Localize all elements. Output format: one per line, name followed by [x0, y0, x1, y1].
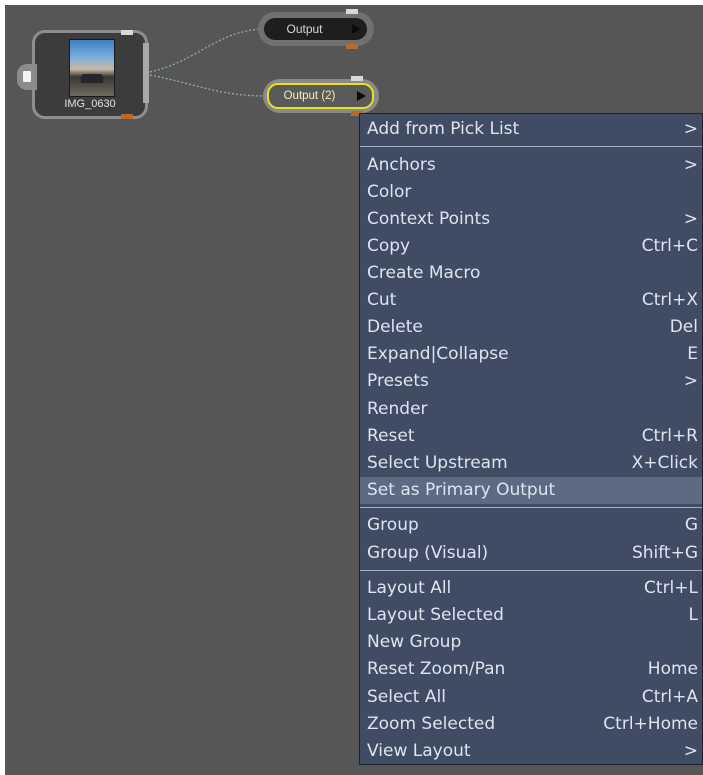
output-2-node-selected[interactable]: Output (2) [263, 76, 379, 116]
menu-separator [360, 506, 702, 508]
input-port[interactable] [17, 64, 37, 90]
menu-item-label: Delete [367, 317, 423, 338]
menu-item-label: Copy [367, 235, 411, 256]
menu-item-label: New Group [367, 632, 462, 653]
menu-separator [360, 146, 702, 148]
menu-item-expand-collapse[interactable]: Expand|Collapse E [360, 341, 702, 368]
submenu-arrow-icon: > [683, 371, 698, 392]
menu-item-label: Context Points [367, 208, 491, 229]
image-node[interactable]: IMG_0630 [17, 30, 149, 119]
menu-item-zoom-selected[interactable]: Zoom Selected Ctrl+Home [360, 711, 702, 738]
menu-item-cut[interactable]: Cut Ctrl+X [360, 287, 702, 314]
submenu-arrow-icon: > [683, 740, 698, 761]
menu-item-shortcut: G [684, 515, 698, 536]
menu-item-presets[interactable]: Presets > [360, 368, 702, 395]
menu-item-label: Create Macro [367, 263, 481, 283]
output-port-bar[interactable] [143, 43, 149, 103]
menu-item-new-group[interactable]: New Group [360, 629, 702, 656]
document-icon [23, 71, 31, 82]
menu-item-anchors[interactable]: Anchors > [360, 152, 702, 179]
submenu-arrow-icon: > [683, 154, 698, 175]
menu-item-label: Add from Pick List [367, 119, 520, 139]
menu-item-label: Render [367, 398, 428, 419]
menu-item-shortcut: E [687, 344, 698, 365]
menu-item-label: Select All [367, 686, 446, 707]
menu-item-create-macro[interactable]: Create Macro [360, 260, 702, 287]
output-node[interactable]: Output [258, 9, 374, 49]
menu-item-shortcut: Ctrl+R [641, 425, 698, 446]
menu-item-select-all[interactable]: Select All Ctrl+A [360, 684, 702, 711]
output-node-body: Output [264, 18, 367, 40]
menu-item-shortcut: Del [669, 317, 698, 338]
menu-item-label: Layout All [367, 578, 452, 599]
node-top-tab [346, 9, 358, 14]
thumbnail-car [81, 74, 103, 83]
menu-item-label: Select Upstream [367, 452, 508, 473]
menu-item-select-upstream[interactable]: Select Upstream X+Click [360, 450, 702, 477]
submenu-arrow-icon: > [683, 119, 698, 139]
output-node-label: Output (2) [283, 90, 336, 102]
menu-item-shortcut: X+Click [631, 452, 698, 473]
play-arrow-icon [352, 24, 361, 34]
menu-item-context-points[interactable]: Context Points > [360, 206, 702, 233]
menu-item-label: Color [367, 181, 412, 202]
node-bottom-tab [346, 44, 358, 49]
menu-item-label: Set as Primary Output [367, 479, 556, 500]
menu-item-shortcut: Ctrl+A [641, 686, 698, 707]
menu-item-layout-selected[interactable]: Layout Selected L [360, 602, 702, 629]
menu-item-shortcut: L [688, 605, 698, 626]
output-node-label: Output [286, 22, 323, 36]
menu-item-shortcut: Ctrl+C [641, 235, 698, 256]
menu-item-shortcut: Home [647, 659, 698, 680]
menu-item-label: Reset Zoom/Pan [367, 659, 506, 680]
menu-item-view-layout[interactable]: View Layout > [360, 738, 702, 765]
menu-item-label: Group (Visual) [367, 542, 489, 563]
menu-item-label: Zoom Selected [367, 713, 496, 734]
image-node-label: IMG_0630 [64, 98, 116, 110]
menu-item-copy[interactable]: Copy Ctrl+C [360, 233, 702, 260]
context-menu: Add from Pick List > Anchors > Color Context … [359, 113, 703, 765]
menu-item-shortcut: Ctrl+L [644, 578, 698, 599]
node-bottom-tab [121, 114, 133, 119]
menu-item-set-as-primary-output[interactable]: Set as Primary Output [360, 476, 702, 504]
menu-item-shortcut: Ctrl+X [641, 290, 698, 311]
menu-item-render[interactable]: Render [360, 396, 702, 423]
menu-item-label: Presets [367, 371, 429, 392]
menu-item-shortcut: Shift+G [631, 542, 698, 563]
menu-item-shortcut: Ctrl+Home [603, 713, 698, 734]
output-node-body: Output (2) [267, 83, 374, 109]
menu-item-label: Layout Selected [367, 605, 504, 626]
menu-item-label: Reset [367, 425, 415, 446]
play-arrow-icon [357, 91, 366, 101]
menu-separator [360, 569, 702, 571]
menu-item-layout-all[interactable]: Layout All Ctrl+L [360, 575, 702, 602]
node-top-tab [351, 76, 363, 81]
menu-item-color[interactable]: Color [360, 179, 702, 206]
menu-item-group[interactable]: Group G [360, 512, 702, 539]
image-thumbnail [69, 39, 115, 97]
submenu-arrow-icon: > [683, 208, 698, 229]
menu-item-reset[interactable]: Reset Ctrl+R [360, 423, 702, 450]
menu-item-delete[interactable]: Delete Del [360, 314, 702, 341]
menu-item-label: Cut [367, 290, 397, 311]
menu-item-label: Anchors [367, 154, 436, 175]
menu-item-label: Group [367, 515, 419, 536]
node-top-tab [121, 30, 133, 35]
menu-item-reset-zoom-pan[interactable]: Reset Zoom/Pan Home [360, 656, 702, 683]
menu-item-group-visual[interactable]: Group (Visual) Shift+G [360, 540, 702, 567]
menu-item-label: View Layout [367, 740, 471, 761]
menu-item-add-from-pick-list[interactable]: Add from Pick List > [360, 116, 702, 143]
menu-item-label: Expand|Collapse [367, 344, 509, 365]
